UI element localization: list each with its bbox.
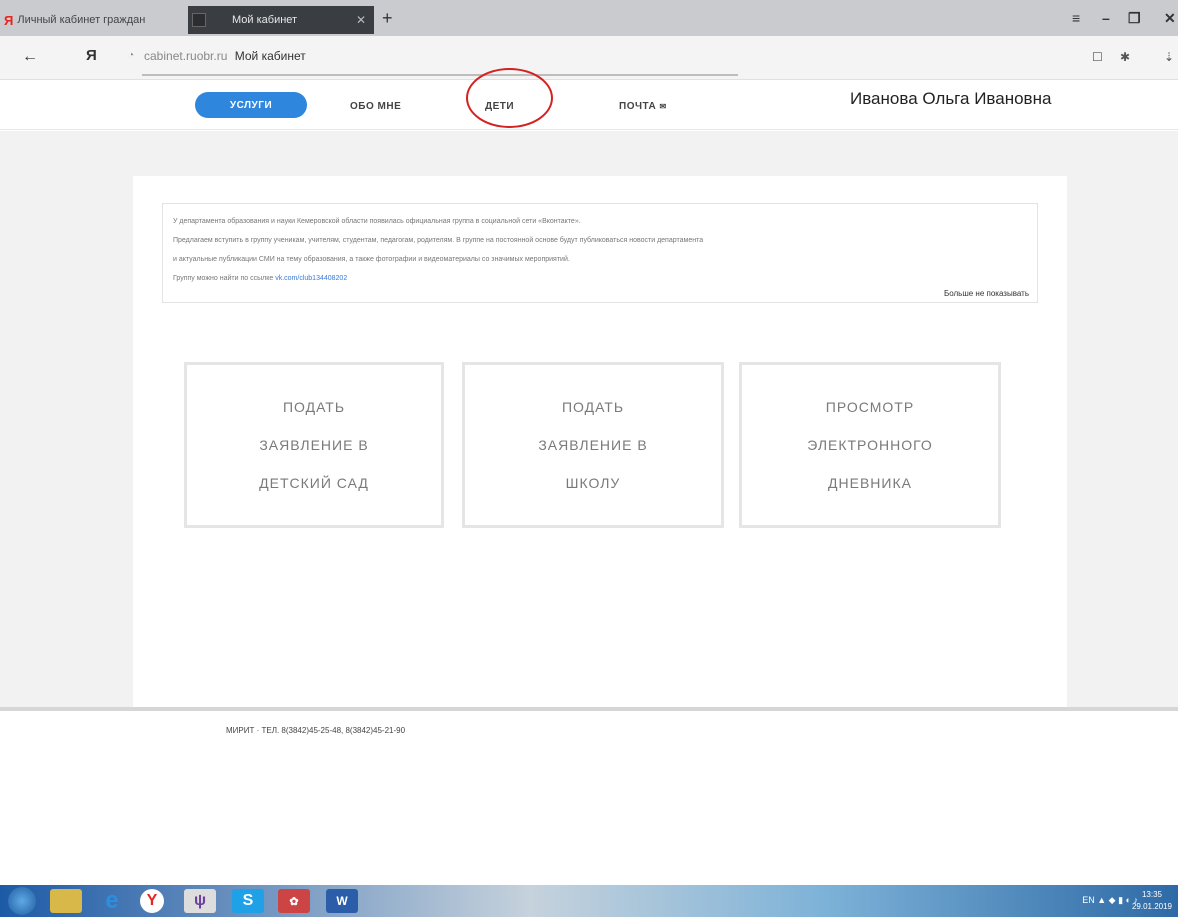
notice-line-1: У департамента образования и науки Кемер… [173,218,581,225]
yandex-icon[interactable]: Я [86,47,97,64]
site-header: УСЛУГИ ОБО МНЕ ДЕТИ ПОЧТА ✉ Иванова Ольг… [0,80,1178,130]
browser-tab-1[interactable]: Я Личный кабинет граждан [4,6,182,34]
electronic-diary-card[interactable]: ПРОСМОТР ЭЛЕКТРОННОГО ДНЕВНИКА [739,362,1001,528]
nav-about-link[interactable]: ОБО МНЕ [350,101,401,112]
notice-link-prefix: Группу можно найти по ссылке [173,275,274,282]
tab-close-icon[interactable]: ✕ [356,13,366,27]
ie-icon[interactable]: e [96,887,128,914]
new-tab-button[interactable]: + [382,8,393,29]
dont-show-again-link[interactable]: Больше не показывать [944,284,1029,303]
yandex-favicon-icon: Я [4,12,14,28]
clock-date: 29.01.2019 [1131,902,1172,911]
tab-1-label: Личный кабинет граждан [17,14,146,26]
browser-tab-2-active[interactable]: Мой кабинет ✕ [188,6,374,34]
card-1-line-2: ЗАЯВЛЕНИЕ В [259,437,369,453]
url-field[interactable]: cabinet.ruobr.ru Мой кабинет [144,49,306,63]
kindergarten-application-card[interactable]: ПОДАТЬ ЗАЯВЛЕНИЕ В ДЕТСКИЙ САД [184,362,444,528]
windows-start-icon[interactable] [8,887,36,915]
school-application-card[interactable]: ПОДАТЬ ЗАЯВЛЕНИЕ В ШКОЛУ [462,362,724,528]
page-favicon-icon [192,13,206,27]
nav-services-button[interactable]: УСЛУГИ [195,92,307,118]
clock[interactable]: 13:35 29.01.2019 [1132,889,1172,913]
windows-taskbar: e Y ψ S ✿ W EN ▲ ◆ ▮ ◐ ♪ 13:35 29.01.201… [0,885,1178,917]
card-3-line-1: ПРОСМОТР [825,399,915,415]
nav-mail-label: ПОЧТА [619,101,657,112]
lock-icon[interactable]: ◔ [128,50,134,61]
card-3-line-2: ЭЛЕКТРОННОГО [807,437,933,453]
card-1-line-1: ПОДАТЬ [282,399,346,415]
app-icon[interactable]: ψ [184,889,216,913]
close-window-icon[interactable]: ✕ [1164,10,1176,27]
back-arrow-icon[interactable]: ← [22,48,38,66]
user-name[interactable]: Иванова Ольга Ивановна [850,89,1051,109]
card-2-line-3: ШКОЛУ [565,475,621,491]
card-1-line-3: ДЕТСКИЙ САД [259,475,369,491]
url-page-title: Мой кабинет [234,49,306,63]
mail-envelope-icon: ✉ [659,102,667,111]
card-3-line-3: ДНЕВНИКА [828,475,912,491]
paint-icon[interactable]: ✿ [278,889,310,913]
explorer-icon[interactable] [50,889,82,913]
card-2-line-1: ПОДАТЬ [561,399,625,415]
yandex-browser-icon[interactable]: Y [140,889,164,913]
vk-group-notice: У департамента образования и науки Кемер… [162,203,1038,303]
address-bar: ← Я ◔ cabinet.ruobr.ru Мой кабинет ☐ ✱ ⇣ [0,36,1178,80]
menu-icon[interactable]: ≡ [1072,10,1080,26]
notice-line-3: и актуальные публикации СМИ на тему обра… [173,256,570,263]
nav-mail-link[interactable]: ПОЧТА ✉ [619,101,667,112]
notice-line-4: Группу можно найти по ссылке vk.com/club… [173,269,1027,288]
tab-2-label: Мой кабинет [232,14,298,26]
language-indicator[interactable]: EN [1082,895,1095,905]
download-icon[interactable]: ⇣ [1164,50,1174,64]
url-domain: cabinet.ruobr.ru [144,49,228,63]
browser-tab-bar: Я Личный кабинет граждан Мой кабинет ✕ +… [0,0,1178,36]
card-3-text: ПРОСМОТР ЭЛЕКТРОННОГО ДНЕВНИКА [807,388,933,502]
system-tray: EN ▲ ◆ ▮ ◐ ♪ [1082,895,1138,905]
star-icon[interactable]: ✱ [1120,50,1130,64]
vk-group-link[interactable]: vk.com/club134408202 [275,275,347,282]
footer-divider [0,707,1178,711]
notice-line-2: Предлагаем вступить в группу ученикам, у… [173,237,704,244]
skype-icon[interactable]: S [232,889,264,913]
page-load-progress [142,74,738,76]
footer-contacts: МИРИТ · ТЕЛ. 8(3842)45-25-48, 8(3842)45-… [226,726,406,735]
clock-time: 13:35 [1141,890,1162,899]
bookmark-icon[interactable]: ☐ [1092,50,1103,64]
restore-icon[interactable]: ❐ [1128,10,1141,27]
card-2-line-2: ЗАЯВЛЕНИЕ В [538,437,648,453]
card-2-text: ПОДАТЬ ЗАЯВЛЕНИЕ В ШКОЛУ [538,388,647,502]
word-icon[interactable]: W [326,889,358,913]
card-1-text: ПОДАТЬ ЗАЯВЛЕНИЕ В ДЕТСКИЙ САД [259,388,369,502]
minimize-icon[interactable]: – [1102,10,1110,26]
highlight-circle-annotation [466,68,553,128]
